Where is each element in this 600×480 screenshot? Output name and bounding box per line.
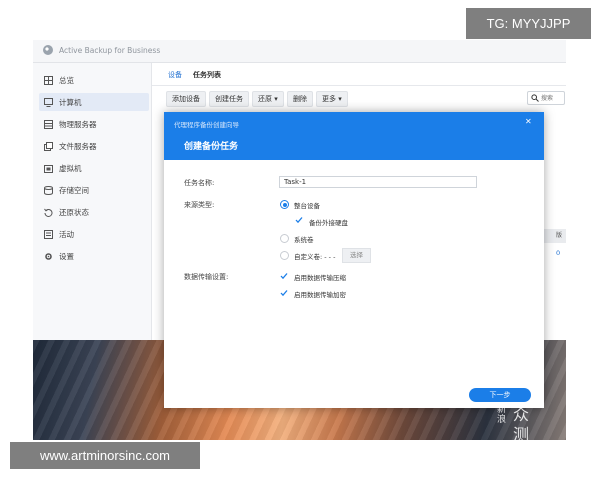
- create-backup-task-dialog: 代理程序备份创建向导 ✕ 创建备份任务 任务名称: 来源类型: 整台设备 备份外…: [164, 112, 544, 408]
- watermark-logo-left: 新浪: [497, 405, 507, 425]
- external-drive-checkbox[interactable]: [295, 216, 303, 224]
- sidebar-item-activity[interactable]: 活动: [39, 225, 149, 243]
- transfer-settings-label: 数据传输设置:: [184, 273, 229, 281]
- compression-checkbox[interactable]: [280, 272, 288, 280]
- sidebar-item-label: 物理服务器: [59, 119, 97, 129]
- whole-device-label: 整台设备: [294, 202, 320, 210]
- activity-icon: [44, 229, 53, 239]
- close-icon[interactable]: ✕: [525, 117, 532, 126]
- physical-server-icon: [44, 119, 53, 129]
- compression-label: 启用数据传输压缩: [294, 274, 346, 282]
- encryption-label: 启用数据传输加密: [294, 291, 346, 299]
- sidebar-item-virtual-machine[interactable]: 虚拟机: [39, 159, 149, 177]
- custom-volume-radio[interactable]: [280, 251, 289, 260]
- search-input[interactable]: [541, 93, 563, 103]
- delete-button[interactable]: 删除: [287, 91, 313, 107]
- restore-button[interactable]: 还原 ▾: [252, 91, 284, 107]
- sidebar-item-overview[interactable]: 总览: [39, 71, 149, 89]
- next-button[interactable]: 下一步: [469, 388, 531, 402]
- watermark-tg: TG: MYYJJPP: [466, 8, 591, 39]
- app-window: Active Backup for Business 总览 计算机 物理服务器 …: [33, 40, 566, 440]
- add-device-button[interactable]: 添加设备: [166, 91, 206, 107]
- settings-gear-icon: [44, 252, 53, 261]
- app-logo-icon: [43, 45, 53, 55]
- sidebar-item-label: 虚拟机: [59, 163, 82, 173]
- dialog-window-title: 代理程序备份创建向导: [174, 121, 239, 129]
- tab-devices[interactable]: 设备: [168, 70, 182, 80]
- search-box[interactable]: [527, 91, 565, 105]
- table-cell-link[interactable]: 0: [556, 249, 560, 257]
- sidebar-item-storage[interactable]: 存储空间: [39, 181, 149, 199]
- custom-volume-select-button[interactable]: 选择: [342, 248, 371, 263]
- source-type-label: 来源类型:: [184, 201, 215, 209]
- file-server-icon: [44, 141, 53, 151]
- sidebar-item-label: 存储空间: [59, 185, 89, 195]
- task-name-label: 任务名称:: [184, 179, 215, 187]
- dialog-heading: 创建备份任务: [184, 142, 239, 152]
- watermark-logo-right: 众测: [513, 405, 530, 444]
- sidebar: 总览 计算机 物理服务器 文件服务器 虚拟机 存储空间 还原状态 活动 设置: [33, 63, 152, 340]
- virtual-machine-icon: [44, 164, 53, 173]
- sidebar-item-settings[interactable]: 设置: [39, 247, 149, 265]
- sidebar-item-physical-server[interactable]: 物理服务器: [39, 115, 149, 133]
- sidebar-item-label: 文件服务器: [59, 141, 97, 151]
- toolbar: 添加设备 创建任务 还原 ▾ 删除 更多 ▾: [152, 88, 566, 107]
- app-title: Active Backup for Business: [59, 46, 161, 55]
- sidebar-item-label: 还原状态: [59, 207, 89, 217]
- system-volume-label: 系统卷: [294, 236, 314, 244]
- dialog-header: 代理程序备份创建向导 ✕ 创建备份任务: [164, 112, 544, 160]
- whole-device-radio[interactable]: [280, 200, 289, 209]
- restore-status-icon: [44, 208, 53, 217]
- encryption-checkbox[interactable]: [280, 289, 288, 297]
- sidebar-item-label: 计算机: [59, 97, 82, 107]
- sidebar-item-restore-status[interactable]: 还原状态: [39, 203, 149, 221]
- sidebar-item-label: 总览: [59, 75, 74, 85]
- create-task-button[interactable]: 创建任务: [209, 91, 249, 107]
- sidebar-item-label: 活动: [59, 229, 74, 239]
- sidebar-item-computer[interactable]: 计算机: [39, 93, 149, 111]
- task-name-input[interactable]: [279, 176, 477, 188]
- search-icon: [531, 94, 539, 104]
- more-button[interactable]: 更多 ▾: [316, 91, 348, 107]
- tab-task-list[interactable]: 任务列表: [193, 70, 221, 80]
- overview-icon: [44, 75, 53, 85]
- tab-bar: 设备 任务列表: [152, 63, 566, 86]
- app-header: Active Backup for Business: [33, 40, 566, 63]
- sidebar-item-file-server[interactable]: 文件服务器: [39, 137, 149, 155]
- system-volume-radio[interactable]: [280, 234, 289, 243]
- storage-icon: [44, 185, 53, 195]
- external-drive-label: 备份外接硬盘: [309, 219, 348, 227]
- computer-icon: [44, 97, 53, 107]
- custom-volume-label: 自定义卷: - - -: [294, 253, 336, 261]
- sidebar-item-label: 设置: [59, 251, 74, 261]
- watermark-url: www.artminorsinc.com: [10, 442, 200, 469]
